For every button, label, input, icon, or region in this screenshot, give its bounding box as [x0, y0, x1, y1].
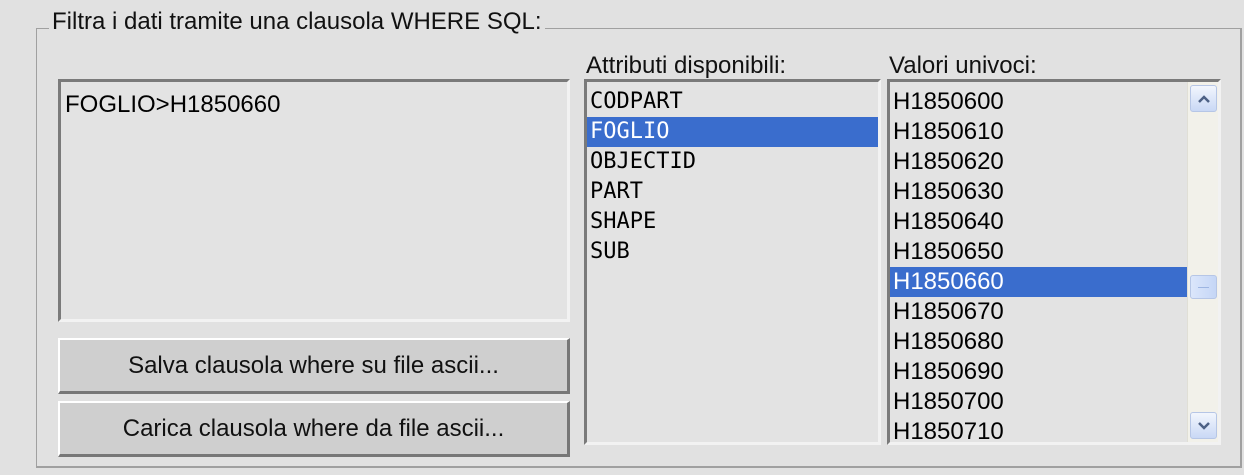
attributes-list: CODPART FOGLIO OBJECTID PART SHAPE SUB	[587, 87, 878, 267]
vertical-scrollbar[interactable]	[1187, 82, 1218, 442]
unique-value-list-item[interactable]: H1850710	[890, 417, 1187, 442]
unique-value-list-item[interactable]: H1850610	[890, 117, 1187, 147]
scrollbar-thumb[interactable]	[1190, 275, 1217, 299]
scroll-up-button[interactable]	[1190, 85, 1217, 112]
unique-value-list-item[interactable]: H1850670	[890, 297, 1187, 327]
attributes-label: Attributi disponibili:	[586, 52, 787, 79]
unique-values-label: Valori univoci:	[889, 52, 1037, 79]
scroll-down-button[interactable]	[1190, 412, 1217, 439]
attribute-list-item[interactable]: SUB	[587, 237, 878, 267]
where-clause-textarea[interactable]: FOGLIO>H1850660	[58, 79, 570, 322]
unique-value-list-item[interactable]: H1850640	[890, 207, 1187, 237]
chevron-down-icon	[1197, 421, 1210, 430]
unique-value-list-item[interactable]: H1850620	[890, 147, 1187, 177]
unique-value-list-item[interactable]: H1850600	[890, 87, 1187, 117]
unique-value-list-item[interactable]: H1850650	[890, 237, 1187, 267]
unique-value-list-item[interactable]: H1850660	[890, 267, 1187, 297]
chevron-up-icon	[1197, 94, 1210, 103]
attribute-list-item[interactable]: CODPART	[587, 87, 878, 117]
unique-value-list-item[interactable]: H1850680	[890, 327, 1187, 357]
unique-value-list-item[interactable]: H1850630	[890, 177, 1187, 207]
attribute-list-item[interactable]: OBJECTID	[587, 147, 878, 177]
where-clause-text[interactable]: FOGLIO>H1850660	[65, 91, 280, 119]
unique-value-list-item[interactable]: H1850690	[890, 357, 1187, 387]
attribute-list-item[interactable]: FOGLIO	[587, 117, 878, 147]
unique-values-listbox[interactable]: H1850600 H1850610 H1850620 H1850630 H1850640…	[887, 79, 1221, 445]
save-where-clause-button[interactable]: Salva clausola where su file ascii...	[58, 338, 570, 394]
attribute-list-item[interactable]: SHAPE	[587, 207, 878, 237]
unique-values-list: H1850600 H1850610 H1850620 H1850630 H1850640…	[890, 87, 1187, 442]
unique-value-list-item[interactable]: H1850700	[890, 387, 1187, 417]
groupbox-title: Filtra i dati tramite una clausola WHERE…	[49, 8, 545, 36]
load-where-clause-button[interactable]: Carica clausola where da file ascii...	[58, 401, 570, 457]
attributes-listbox[interactable]: CODPART FOGLIO OBJECTID PART SHAPE SUB	[584, 79, 881, 445]
attribute-list-item[interactable]: PART	[587, 177, 878, 207]
